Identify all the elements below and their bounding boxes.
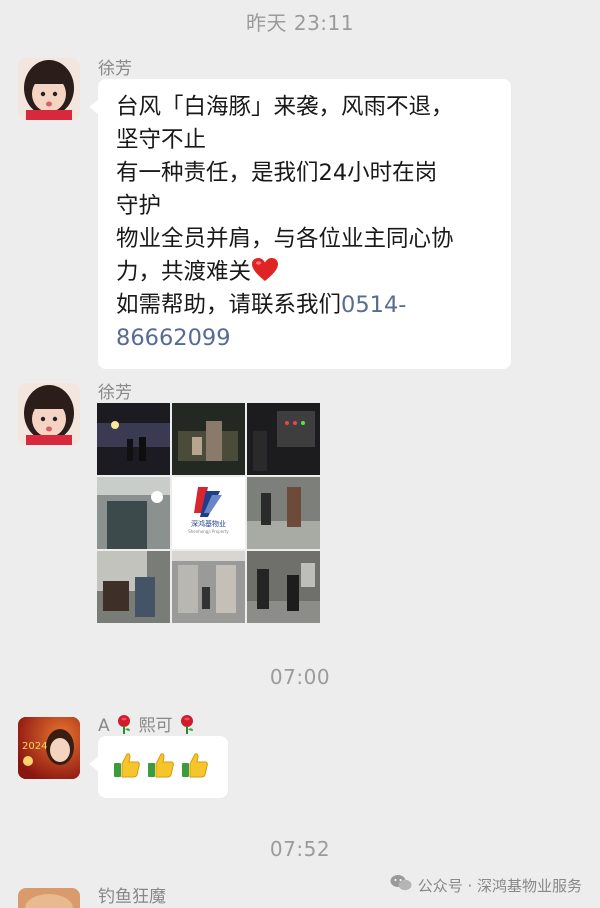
- avatar-year-text: 2024: [22, 741, 47, 752]
- photo-thumbnail[interactable]: [97, 477, 170, 549]
- phone-link[interactable]: 0514-: [341, 292, 406, 318]
- avatar-xufang[interactable]: [18, 383, 80, 445]
- company-logo-tile[interactable]: 深鸿基物业 Shenhongji Property: [172, 477, 245, 549]
- wechat-icon: [390, 874, 412, 896]
- phone-link[interactable]: 86662099: [116, 322, 495, 355]
- timestamp: 07:00: [269, 665, 331, 689]
- photo-thumbnail[interactable]: [247, 403, 320, 475]
- message-bubble[interactable]: 台风「白海豚」来袭，风雨不退， 坚守不止 有一种责任，是我们24小时在岗 守护 …: [89, 79, 511, 369]
- rose-icon: [115, 714, 133, 734]
- avatar-xufang[interactable]: [18, 58, 80, 120]
- message-line: 守护: [116, 193, 162, 219]
- thumbs-up-icon: [180, 750, 210, 780]
- image-grid[interactable]: 深鸿基物业 Shenhongji Property: [97, 403, 321, 625]
- photo-thumbnail[interactable]: [172, 551, 245, 623]
- message-bubble-reaction[interactable]: [89, 736, 228, 798]
- photo-thumbnail[interactable]: [172, 403, 245, 475]
- message-line: 如需帮助，请联系我们: [116, 292, 342, 318]
- timestamp: 昨天 23:11: [246, 11, 354, 35]
- message-line: 物业全员并肩，与各位业主同心协: [116, 226, 454, 252]
- sender-name: A 熙可: [98, 711, 196, 736]
- red-heart-icon: [251, 257, 279, 283]
- message-line-with-phone: 如需帮助，请联系我们0514-: [116, 289, 495, 322]
- message-line: 力，共渡难关: [116, 259, 252, 285]
- avatar-xike[interactable]: 2024: [18, 717, 80, 779]
- logo-subtitle: Shenhongji Property: [188, 529, 229, 534]
- photo-thumbnail[interactable]: [247, 551, 320, 623]
- photo-thumbnail[interactable]: [97, 403, 170, 475]
- sender-name: 徐芳: [98, 383, 132, 403]
- sender-name: 钓鱼狂魔: [98, 887, 166, 907]
- message-line: 台风「白海豚」来袭，风雨不退，: [116, 94, 454, 120]
- message-line-with-heart: 力，共渡难关: [116, 256, 495, 289]
- logo-title: 深鸿基物业: [191, 520, 226, 528]
- photo-thumbnail[interactable]: [247, 477, 320, 549]
- message-line: 坚守不止: [116, 127, 207, 153]
- sender-display-name: 熙可: [138, 716, 173, 736]
- avatar-diaoyu[interactable]: [18, 888, 80, 908]
- timestamp: 07:52: [269, 837, 331, 861]
- sender-prefix: A: [98, 716, 110, 736]
- watermark: 公众号 · 深鸿基物业服务: [390, 874, 582, 896]
- rose-icon: [178, 714, 196, 734]
- sender-name: 徐芳: [98, 59, 132, 79]
- thumbs-up-icon: [146, 750, 176, 780]
- watermark-text: 公众号 · 深鸿基物业服务: [417, 876, 582, 895]
- message-line: 有一种责任，是我们24小时在岗: [116, 160, 438, 186]
- photo-thumbnail[interactable]: [97, 551, 170, 623]
- thumbs-up-icon: [112, 750, 142, 780]
